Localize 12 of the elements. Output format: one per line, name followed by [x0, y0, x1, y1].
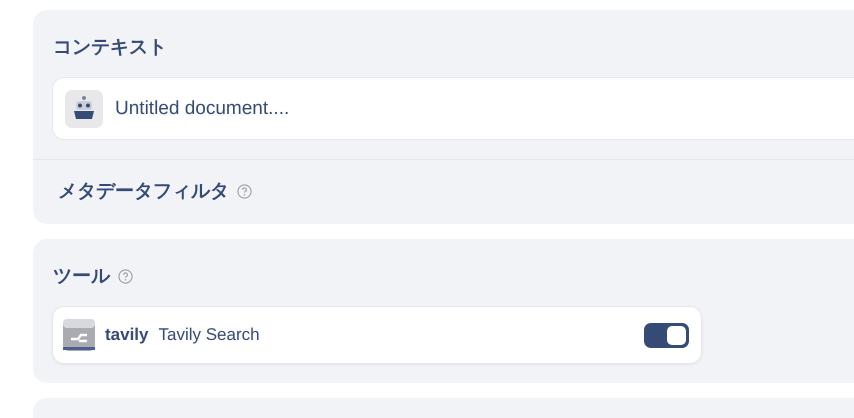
- help-icon[interactable]: [118, 268, 133, 284]
- document-name: Untitled document....: [115, 98, 290, 120]
- tool-id: tavily: [105, 325, 148, 345]
- filter-title[interactable]: メタデータフィルタ: [58, 178, 229, 204]
- section-title: コンテキスト: [53, 36, 167, 60]
- tool-name: Tavily Search: [158, 325, 261, 345]
- section-title: ツール: [53, 265, 110, 289]
- tool-logo-icon: [63, 319, 95, 351]
- robot-icon: [65, 90, 103, 128]
- toggle-switch[interactable]: [644, 322, 689, 348]
- document-card[interactable]: Untitled document....: [52, 77, 854, 140]
- help-icon[interactable]: [237, 184, 252, 198]
